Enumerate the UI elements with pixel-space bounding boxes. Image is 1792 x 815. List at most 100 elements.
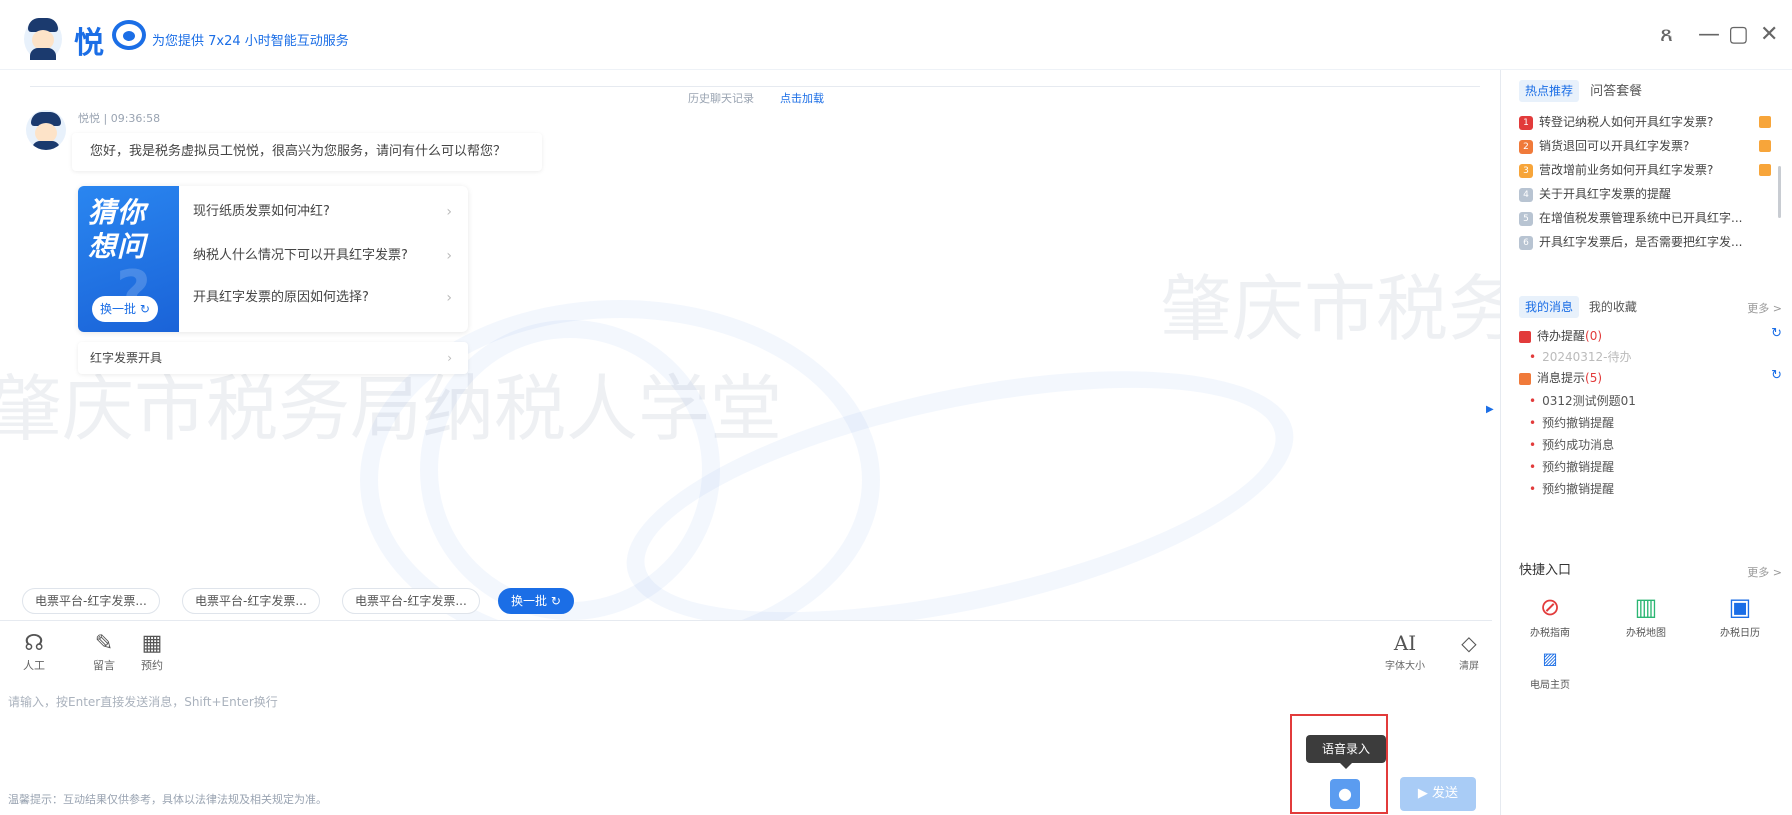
- history-divider: [30, 86, 1480, 87]
- tab-my-favorites[interactable]: 我的收藏: [1583, 296, 1643, 318]
- hot-question-item[interactable]: 5 在增值税发票管理系统中已开具红字...: [1519, 206, 1775, 230]
- rank-badge: 6: [1519, 235, 1533, 250]
- todo-icon: [1519, 330, 1531, 343]
- notice-item[interactable]: • 预约成功消息: [1529, 434, 1614, 456]
- hot-question-text: 营改增前业务如何开具红字发票?: [1539, 163, 1714, 177]
- rank-badge: 1: [1519, 115, 1533, 130]
- quick-question-chip[interactable]: 电票平台-红字发票...: [182, 588, 320, 614]
- hot-question-text: 在增值税发票管理系统中已开具红字...: [1539, 211, 1743, 225]
- suggestion-item[interactable]: 纳税人什么情况下可以开具红字发票? ›: [179, 236, 468, 276]
- quick-entry-label: 电局主页: [1530, 680, 1570, 691]
- send-button[interactable]: ▶ 发送: [1400, 777, 1476, 811]
- font-size-button[interactable]: AI 字体大小: [1380, 631, 1430, 672]
- microphone-icon: ●: [1338, 784, 1352, 803]
- map-icon: ▥: [1634, 593, 1658, 621]
- close-button[interactable]: ✕: [1760, 22, 1778, 47]
- human-agent-button[interactable]: ☊ 人工: [14, 631, 54, 673]
- quick-entry-more-link[interactable]: 更多 >: [1747, 564, 1782, 580]
- hot-tabs: 热点推荐 问答套餐: [1519, 80, 1648, 104]
- hot-question-item[interactable]: 4 关于开具红字发票的提醒: [1519, 182, 1775, 206]
- eraser-icon: ◇: [1461, 631, 1477, 655]
- quick-question-chip[interactable]: 电票平台-红字发票...: [342, 588, 480, 614]
- rank-badge: 3: [1519, 163, 1533, 178]
- user-icon[interactable]: ጸ: [1660, 22, 1673, 47]
- hot-question-item[interactable]: 2 销货退回可以开具红字发票?: [1519, 134, 1775, 158]
- topic-text: 红字发票开具: [90, 351, 163, 365]
- collapse-panel-icon[interactable]: ▶: [1486, 404, 1494, 415]
- notice-icon: [1519, 372, 1531, 385]
- messages-more-link[interactable]: 更多 >: [1747, 300, 1782, 316]
- chevron-right-icon: ›: [446, 248, 452, 264]
- notice-item-text: 0312测试例题01: [1542, 394, 1636, 408]
- quick-entry-label: 办税指南: [1530, 628, 1570, 639]
- appointment-button[interactable]: ▦ 预约: [132, 631, 172, 673]
- todo-count: (0): [1585, 329, 1603, 343]
- tab-hot[interactable]: 热点推荐: [1519, 80, 1580, 102]
- hot-question-item[interactable]: 3 营改增前业务如何开具红字发票?: [1519, 158, 1775, 182]
- notice-item[interactable]: • 预约撤销提醒: [1529, 412, 1614, 434]
- tool-label: 字体大小: [1385, 661, 1425, 672]
- tab-my-messages[interactable]: 我的消息: [1519, 296, 1580, 318]
- headset-icon: ☊: [24, 631, 44, 656]
- quick-entry-calendar[interactable]: ▣ 办税日历: [1705, 590, 1775, 639]
- swap-chips-button[interactable]: 换一批 ↻: [498, 588, 574, 614]
- maximize-button[interactable]: ▢: [1728, 22, 1749, 47]
- clear-screen-button[interactable]: ◇ 清屏: [1454, 631, 1484, 672]
- quick-entry-title: 快捷入口: [1519, 563, 1572, 578]
- minimize-button[interactable]: —: [1698, 22, 1720, 47]
- calendar-icon: ▦: [141, 631, 163, 656]
- notice-count: (5): [1585, 371, 1603, 385]
- rank-badge: 5: [1519, 211, 1533, 226]
- suggestion-banner: ? 猜你想问 换一批 ↻: [78, 186, 179, 332]
- notice-item-text: 预约撤销提醒: [1542, 482, 1615, 496]
- quick-entry-homepage[interactable]: ▨ 电局主页: [1515, 642, 1585, 691]
- topic-item[interactable]: 红字发票开具 ›: [78, 342, 468, 374]
- chevron-right-icon: ›: [447, 351, 452, 365]
- tab-qa-package[interactable]: 问答套餐: [1584, 81, 1648, 103]
- hot-list-scrollbar[interactable]: [1778, 166, 1781, 218]
- hot-question-text: 转登记纳税人如何开具红字发票?: [1539, 115, 1714, 129]
- suggestion-item[interactable]: 现行纸质发票如何冲红? ›: [179, 192, 468, 232]
- notice-item[interactable]: • 0312测试例题01: [1529, 390, 1636, 412]
- tool-label: 清屏: [1459, 661, 1479, 672]
- microphone-button[interactable]: ●: [1330, 779, 1360, 809]
- hot-question-text: 开具红字发票后，是否需要把红字发...: [1539, 235, 1743, 249]
- notice-category[interactable]: 消息提示(5): [1519, 368, 1602, 388]
- todo-category[interactable]: 待办提醒(0): [1519, 326, 1602, 346]
- hot-question-item[interactable]: 6 开具红字发票后，是否需要把红字发...: [1519, 230, 1775, 254]
- refresh-icon[interactable]: ↻: [1771, 326, 1782, 341]
- hot-flag-icon: [1759, 164, 1771, 176]
- todo-label: 待办提醒: [1537, 329, 1586, 343]
- swap-chips-label: 换一批: [511, 594, 548, 608]
- brand-tagline: 为您提供 7x24 小时智能互动服务: [152, 34, 349, 49]
- refresh-icon[interactable]: ↻: [1771, 368, 1782, 383]
- swap-batch-button[interactable]: 换一批 ↻: [92, 296, 158, 322]
- quick-question-chip[interactable]: 电票平台-红字发票...: [22, 588, 160, 614]
- message-meta: 悦悦 | 09:36:58: [78, 112, 161, 125]
- brand-name: 悦: [74, 26, 104, 61]
- quick-entry-guide[interactable]: ⊘ 办税指南: [1515, 590, 1585, 639]
- voice-input-tooltip: 语音录入: [1306, 735, 1386, 769]
- rank-badge: 2: [1519, 139, 1533, 154]
- message-tabs: 我的消息 我的收藏: [1519, 296, 1643, 318]
- compass-icon: ⊘: [1539, 593, 1561, 621]
- notice-label: 消息提示: [1537, 371, 1586, 385]
- rank-badge: 4: [1519, 187, 1533, 202]
- quick-entry-map[interactable]: ▥ 办税地图: [1611, 590, 1681, 639]
- app-window: 纳税人学堂 肇庆市税务局纳税人学堂 肇庆市税务局纳 肇庆 悦 为您提供 7x24…: [0, 0, 1792, 815]
- hot-question-item[interactable]: 1 转登记纳税人如何开具红字发票?: [1519, 110, 1775, 134]
- notice-item[interactable]: • 预约撤销提醒: [1529, 478, 1614, 500]
- greeting-message: 您好，我是税务虚拟员工悦悦，很高兴为您服务，请问有什么可以帮您？: [72, 133, 542, 171]
- suggestion-item[interactable]: 开具红字发票的原因如何选择? ›: [179, 278, 468, 318]
- message-input[interactable]: 请输入，按Enter直接发送消息，Shift+Enter换行: [8, 693, 278, 710]
- notice-item[interactable]: • 预约撤销提醒: [1529, 456, 1614, 478]
- history-label: 历史聊天记录: [680, 90, 762, 106]
- calendar-icon: ▣: [1728, 593, 1752, 621]
- hot-flag-icon: [1759, 140, 1771, 152]
- leave-message-button[interactable]: ✎ 留言: [84, 631, 124, 673]
- todo-item[interactable]: • 20240312-待办: [1529, 346, 1632, 368]
- tool-label: 预约: [141, 659, 163, 672]
- load-history-link[interactable]: 点击加载: [774, 90, 830, 106]
- disclaimer-tip: 温馨提示：互动结果仅供参考，具体以法律法规及相关规定为准。: [8, 793, 327, 806]
- app-logo: [24, 18, 62, 60]
